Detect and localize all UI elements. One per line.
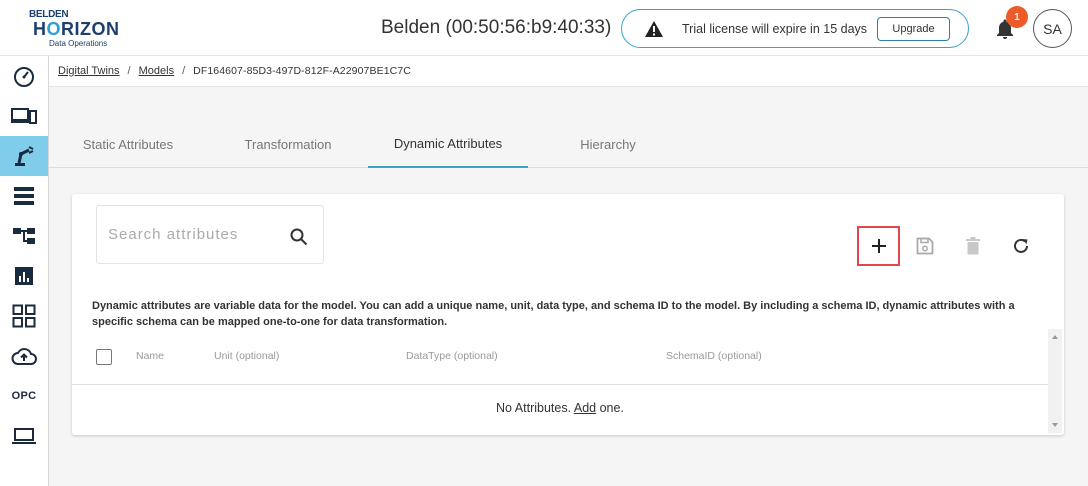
breadcrumb-bar: Digital Twins / Models / DF164607-85D3-497D-… — [49, 56, 1088, 87]
column-header-unit[interactable]: Unit (optional) — [214, 350, 279, 362]
devices-icon — [11, 108, 37, 124]
bar-chart-icon — [15, 267, 33, 285]
sidebar-item-servers[interactable] — [0, 176, 48, 216]
column-header-datatype[interactable]: DataType (optional) — [406, 350, 498, 362]
dashboard-gauge-icon — [14, 67, 34, 87]
dynamic-attributes-card: Dynamic attributes are variable data for… — [72, 194, 1064, 435]
scroll-up-arrow-icon[interactable] — [1052, 335, 1058, 339]
attributes-table: Name Unit (optional) DataType (optional)… — [72, 329, 1064, 435]
select-all-checkbox[interactable] — [96, 349, 112, 365]
refresh-icon — [1014, 238, 1028, 253]
empty-state-suffix: one. — [599, 401, 624, 415]
add-icon — [871, 239, 886, 253]
server-list-icon — [14, 187, 34, 205]
sidebar-item-edge-devices[interactable] — [0, 416, 48, 456]
sidebar-item-apps[interactable] — [0, 296, 48, 336]
breadcrumb-digital-twins[interactable]: Digital Twins — [58, 65, 120, 77]
logo-line3: Data Operations — [49, 39, 108, 48]
save-icon — [916, 237, 934, 255]
sidebar-item-devices[interactable] — [0, 96, 48, 136]
empty-state-text: No Attributes. — [496, 401, 572, 415]
delete-icon — [966, 237, 980, 255]
column-header-schemaid[interactable]: SchemaID (optional) — [666, 350, 762, 362]
hierarchy-icon — [13, 228, 35, 244]
sidebar: OPC — [0, 56, 49, 486]
tab-bar: Static Attributes Transformation Dynamic… — [49, 120, 1088, 168]
apps-grid-icon — [12, 304, 36, 328]
breadcrumb-separator: / — [182, 65, 186, 77]
trial-license-banner: Trial license will expire in 15 days Upg… — [621, 9, 969, 48]
breadcrumb-current-model: DF164607-85D3-497D-812F-A22907BE1C7C — [193, 65, 411, 77]
sidebar-item-opc[interactable]: OPC — [0, 376, 48, 416]
save-button[interactable] — [910, 231, 940, 261]
top-header: BELDEN HORIZON Data Operations Belden (0… — [0, 0, 1088, 56]
breadcrumb-separator: / — [127, 65, 131, 77]
opc-icon: OPC — [11, 390, 37, 402]
logo-line2: HORIZON — [33, 19, 120, 39]
refresh-button[interactable] — [1006, 231, 1036, 261]
add-attribute-link[interactable]: Add — [574, 401, 596, 415]
tab-hierarchy[interactable]: Hierarchy — [548, 120, 668, 168]
empty-state-message: No Attributes. Add one. — [72, 401, 1048, 415]
dynamic-attributes-description: Dynamic attributes are variable data for… — [92, 300, 1015, 328]
cloud-upload-icon — [11, 348, 37, 365]
delete-button[interactable] — [958, 231, 988, 261]
table-scrollbar[interactable] — [1048, 329, 1062, 433]
laptop-icon — [12, 428, 36, 444]
trial-message: Trial license will expire in 15 days — [682, 22, 868, 36]
breadcrumb-models[interactable]: Models — [139, 65, 174, 77]
tab-dynamic-attributes[interactable]: Dynamic Attributes — [368, 120, 528, 168]
search-icon[interactable] — [290, 228, 308, 246]
upgrade-button[interactable]: Upgrade — [877, 17, 950, 41]
scroll-down-arrow-icon[interactable] — [1052, 423, 1058, 427]
search-box — [96, 205, 324, 264]
notification-count-badge: 1 — [1006, 6, 1028, 28]
sidebar-item-analytics[interactable] — [0, 256, 48, 296]
sidebar-item-hierarchy[interactable] — [0, 216, 48, 256]
table-header: Name Unit (optional) DataType (optional)… — [72, 329, 1048, 385]
add-attribute-button[interactable] — [857, 226, 900, 266]
search-input[interactable] — [108, 226, 278, 243]
tab-transformation[interactable]: Transformation — [223, 120, 353, 168]
column-header-name[interactable]: Name — [136, 350, 164, 362]
user-avatar[interactable]: SA — [1033, 9, 1072, 48]
device-title: Belden (00:50:56:b9:40:33) — [381, 17, 612, 38]
robot-arm-icon — [15, 146, 34, 166]
breadcrumb: Digital Twins / Models / DF164607-85D3-497D-… — [58, 65, 411, 77]
sidebar-item-dashboard[interactable] — [0, 56, 48, 96]
warning-icon — [645, 21, 663, 37]
tab-static-attributes[interactable]: Static Attributes — [63, 120, 193, 168]
belden-horizon-logo[interactable]: BELDEN HORIZON Data Operations — [29, 9, 129, 49]
sidebar-item-digital-twins[interactable] — [0, 136, 48, 176]
sidebar-item-cloud[interactable] — [0, 336, 48, 376]
